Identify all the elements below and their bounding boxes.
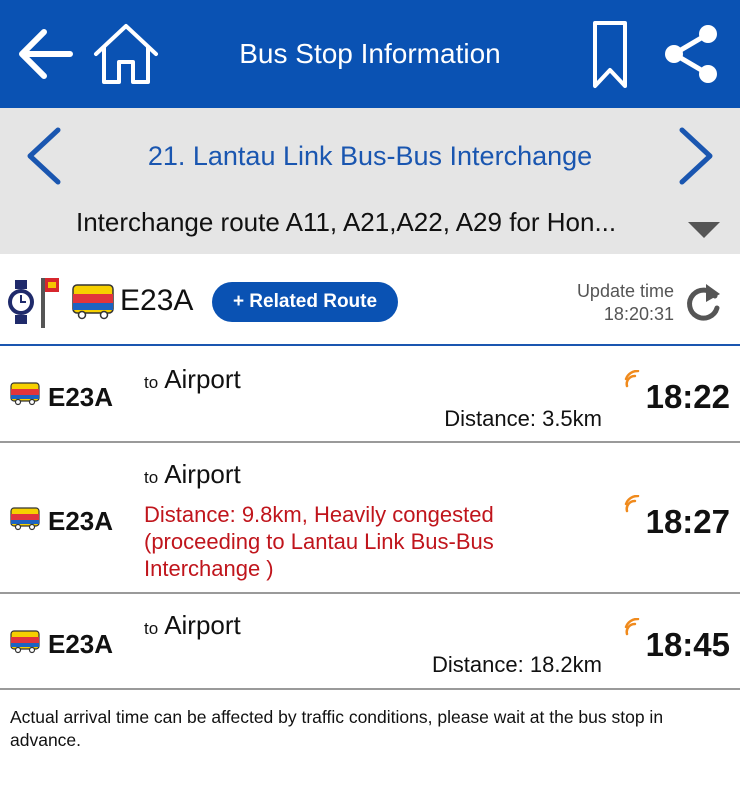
distance: Distance: 3.5km xyxy=(444,406,602,431)
realtime-signal-icon xyxy=(624,618,640,636)
refresh-icon[interactable] xyxy=(682,280,724,326)
arrival-row[interactable]: E23A to Airport Distance: 3.5km 18:22 xyxy=(0,348,740,443)
bookmark-icon[interactable] xyxy=(592,20,628,90)
arrival-row[interactable]: E23A to Airport Distance: 9.8km, Heavily … xyxy=(0,443,740,594)
update-time-label: Update time xyxy=(576,281,674,301)
bus-stop-sign-icon xyxy=(41,278,59,328)
arrival-row[interactable]: E23A to Airport Distance: 18.2km 18:45 xyxy=(0,594,740,690)
destination: to Airport xyxy=(144,610,241,640)
dropdown-triangle-icon[interactable] xyxy=(686,220,722,240)
page-title: Bus Stop Information xyxy=(239,38,501,69)
back-arrow-icon[interactable] xyxy=(14,26,74,82)
destination: to Airport xyxy=(144,459,241,489)
share-icon[interactable] xyxy=(660,22,722,86)
update-time-value: 18:20:31 xyxy=(603,304,674,324)
route-number: E23A xyxy=(120,284,194,317)
stop-name: 21. Lantau Link Bus-Bus Interchange xyxy=(147,141,593,171)
related-route-button[interactable]: + Related Route xyxy=(212,282,398,322)
distance: Distance: 18.2km xyxy=(432,652,602,677)
bus-icon xyxy=(10,630,40,654)
route-header: E23A + Related Route Update time 18:20:3… xyxy=(0,254,740,346)
realtime-signal-icon xyxy=(624,495,640,513)
bus-icon xyxy=(72,284,114,320)
home-icon[interactable] xyxy=(92,22,160,86)
next-stop-chevron-icon[interactable] xyxy=(674,126,718,186)
arrival-time: 18:22 xyxy=(645,378,730,415)
arrival-time: 18:27 xyxy=(645,503,730,540)
top-app-bar: Bus Stop Information xyxy=(0,0,740,108)
watch-icon xyxy=(8,280,34,324)
route-label: E23A xyxy=(48,629,114,659)
stop-selector: 21. Lantau Link Bus-Bus Interchange Inte… xyxy=(0,108,740,254)
bus-icon xyxy=(10,382,40,406)
bus-icon xyxy=(10,507,40,531)
congestion-status: Distance: 9.8km, Heavily congested (proc… xyxy=(144,502,494,581)
interchange-route-dropdown[interactable]: Interchange route A11, A21,A22, A29 for … xyxy=(76,207,676,238)
route-label: E23A xyxy=(48,506,114,536)
traffic-disclaimer: Actual arrival time can be affected by t… xyxy=(10,707,664,750)
realtime-signal-icon xyxy=(624,370,640,388)
destination: to Airport xyxy=(144,364,241,394)
route-label: E23A xyxy=(48,382,114,412)
arrival-time: 18:45 xyxy=(645,626,730,663)
previous-stop-chevron-icon[interactable] xyxy=(22,126,66,186)
